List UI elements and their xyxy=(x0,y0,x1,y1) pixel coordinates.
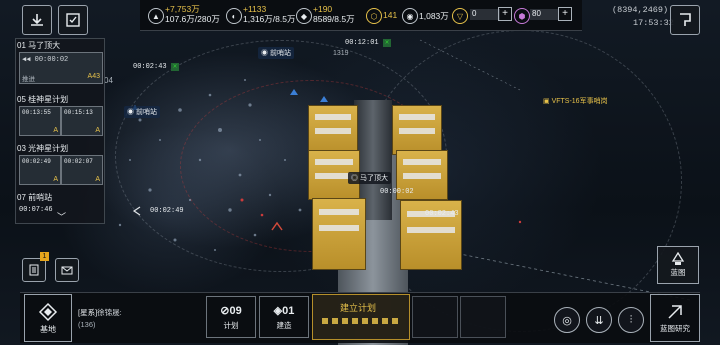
notification-badge: 1 xyxy=(40,252,49,261)
map-timer: 00:02:43 xyxy=(425,210,459,218)
crystal-resource[interactable]: +1133 1,316万/8.5万 xyxy=(243,4,295,24)
map-timer: 00:00:02 xyxy=(380,188,414,196)
plan-button[interactable]: ⊘09 计划 xyxy=(206,296,256,338)
download-icon xyxy=(31,14,43,26)
base-icon xyxy=(38,302,58,321)
fleet-card[interactable]: 00:02:49 A xyxy=(19,155,61,185)
blueprint-icon xyxy=(671,252,685,265)
build-plan-label: 建立计划 xyxy=(340,303,377,313)
build-slot[interactable] xyxy=(460,296,506,338)
metal-resource[interactable]: +7,753万 107.6万/280万 xyxy=(165,4,220,24)
fleet-card[interactable]: 00:02:07 A xyxy=(61,155,103,185)
fleet-card[interactable]: 00:13:55 A xyxy=(19,106,61,136)
build-icon: ◈ xyxy=(273,304,283,317)
map-timer: 00:02:49 xyxy=(150,207,184,215)
gas-resource-icon: ◆ xyxy=(296,8,312,24)
crew-icon: ⫶ xyxy=(629,313,633,326)
flag-icon xyxy=(680,13,691,26)
checklist-icon xyxy=(66,13,80,27)
galaxy-button[interactable]: ◎ xyxy=(554,307,580,333)
flag-button[interactable] xyxy=(670,5,700,35)
mail-button[interactable] xyxy=(55,258,79,282)
crystal-resource-icon: ◐ xyxy=(226,8,242,24)
outpost-label[interactable]: ◉ 前哨站 xyxy=(258,47,294,59)
fleet-item[interactable]: 03 光神星计划 00:02:49 A 00:02:07 A xyxy=(17,143,103,185)
crew-button[interactable]: ⫶ xyxy=(618,307,644,333)
map-timer: 00:02:43 ✕ xyxy=(133,63,180,71)
map-timer: 00:12:01 ✕ xyxy=(345,39,392,47)
tasks-button[interactable] xyxy=(58,5,88,35)
document-icon xyxy=(29,264,39,276)
expand-chevron-icon[interactable]: ﹀ xyxy=(57,210,66,223)
blueprint-button[interactable]: 蓝图 xyxy=(657,246,699,284)
log-button[interactable] xyxy=(22,258,46,282)
fleet-item[interactable]: 01 马了顶大 ◀◀ 00:00:02 推进 A43 xyxy=(17,40,103,84)
mail-icon xyxy=(61,266,73,275)
gas-resource[interactable]: +190 8589/8.5万 xyxy=(313,4,355,24)
premium-icon: ⬢ xyxy=(514,8,530,24)
metal-resource-icon: ▲ xyxy=(148,8,164,24)
coordinates: (8394,2469) xyxy=(612,5,669,15)
level-value: 141 xyxy=(383,10,398,20)
fleet-card[interactable]: 00:15:13 A xyxy=(61,106,103,136)
chat-preview[interactable]: [星系]徐锦晟: xyxy=(78,307,122,318)
premium-value: 80 xyxy=(530,9,558,20)
fleet-card[interactable]: ◀◀ 00:00:02 推进 A43 xyxy=(19,52,103,84)
fleet-status: 推进 xyxy=(22,76,35,83)
chat-count: (136) xyxy=(78,320,96,329)
map-number: 04 xyxy=(104,76,113,85)
fleet-item[interactable]: 07 前哨站 00:07:46 ﹀ xyxy=(17,192,103,222)
station-label[interactable]: ▣ VFTS-16军事哨岗 xyxy=(540,95,611,107)
ship-name-label[interactable]: ◎ 马了顶大 xyxy=(348,172,391,184)
map-number: 1319 xyxy=(333,50,349,57)
gold-value: 0 xyxy=(470,9,500,20)
level-icon: ⬡ xyxy=(366,8,382,24)
ship-module[interactable] xyxy=(312,198,366,270)
outpost-label[interactable]: ◉ 前哨站 xyxy=(124,106,160,118)
fleet-tag: A43 xyxy=(87,73,100,80)
clock: 17:53:32 xyxy=(633,18,674,28)
base-button[interactable]: 基地 xyxy=(24,294,72,342)
credits-value: 1,083万 xyxy=(419,11,449,21)
blueprint-research-button[interactable]: 蓝图研究 xyxy=(650,294,700,342)
ship-module[interactable] xyxy=(308,105,358,155)
add-gold-button[interactable]: + xyxy=(498,7,512,21)
fleet-item[interactable]: 05 桂神星计划 00:13:55 A 00:15:13 A xyxy=(17,94,103,136)
ship-module[interactable] xyxy=(392,105,442,155)
build-plan-progress xyxy=(322,318,398,324)
gold-icon: ▽ xyxy=(452,8,468,24)
galaxy-icon: ◎ xyxy=(562,314,572,327)
build-button[interactable]: ◈01 建造 xyxy=(259,296,309,338)
chevron-down-icon: ⇊ xyxy=(594,314,604,327)
credits-icon: ◉ xyxy=(402,8,418,24)
build-slot[interactable] xyxy=(412,296,458,338)
research-icon xyxy=(668,304,682,319)
download-button[interactable] xyxy=(22,5,52,35)
descend-button[interactable]: ⇊ xyxy=(586,307,612,333)
add-premium-button[interactable]: + xyxy=(558,7,572,21)
